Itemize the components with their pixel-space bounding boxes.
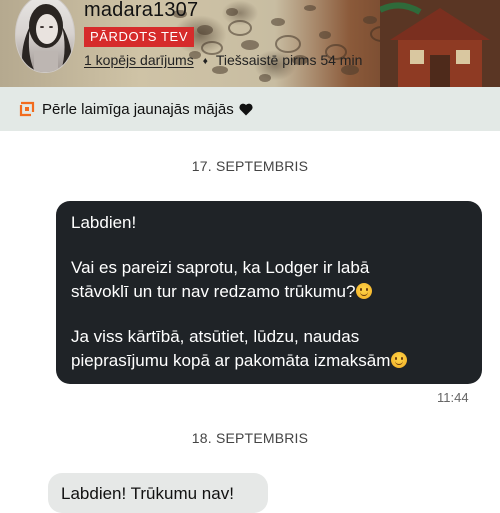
username[interactable]: madara1307 (84, 0, 198, 22)
parcel-status-icon (19, 101, 35, 117)
order-status-text: Pērle laimīga jaunajās mājās (42, 100, 234, 118)
user-meta-row: 1 kopējs darījums ♦ Tiešsaistē pirms 54 mi… (84, 52, 362, 68)
header-barn-illustration (380, 0, 500, 87)
smiling-face-icon (391, 352, 408, 368)
date-separator: 17. SEPTEMBRIS (191, 158, 309, 174)
online-status: Tiešsaistē pirms 54 min (215, 52, 363, 68)
message-line: stāvoklī un tur nav redzamo trūkumu? (71, 282, 356, 301)
message-line: pieprasījumu kopā ar pakomāta izmaksām (71, 351, 391, 370)
smiling-face-icon (356, 283, 373, 299)
heart-icon (239, 103, 253, 115)
avatar[interactable] (15, 0, 75, 73)
message-line: Ja viss kārtībā, atsūtiet, lūdzu, naudas (71, 327, 360, 346)
message-text: Labdien! Trūkumu nav! (61, 484, 234, 503)
date-separator: 18. SEPTEMBRIS (191, 430, 309, 446)
transactions-link[interactable]: 1 kopējs darījums (84, 52, 194, 68)
conversation-header: madara1307 PĀRDOTS TEV 1 kopējs darījums… (0, 0, 500, 87)
separator-icon: ♦ (202, 56, 208, 67)
sold-to-you-badge: PĀRDOTS TEV (84, 27, 195, 47)
incoming-message[interactable]: Labdien! Trūkumu nav! (48, 473, 268, 513)
outgoing-message[interactable]: Labdien! Vai es pareizi saprotu, ka Lodg… (56, 201, 482, 384)
message-line: Vai es pareizi saprotu, ka Lodger ir lab… (71, 258, 370, 277)
order-status-banner[interactable]: Pērle laimīga jaunajās mājās (0, 87, 500, 131)
message-timestamp: 11:44 (437, 390, 469, 405)
message-line: Labdien! (71, 213, 137, 232)
